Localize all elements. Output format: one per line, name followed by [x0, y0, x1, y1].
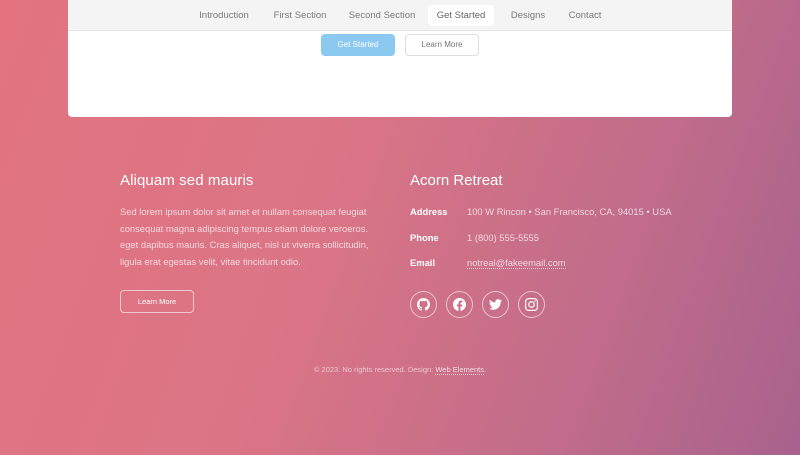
- twitter-icon: [489, 299, 502, 310]
- email-label: Email: [410, 257, 436, 268]
- instagram-icon: [525, 298, 538, 311]
- footer-right-heading: Acorn Retreat: [410, 172, 503, 189]
- github-button[interactable]: [410, 291, 437, 318]
- learn-more-button[interactable]: Learn More: [405, 34, 479, 56]
- top-nav: Introduction First Section Second Sectio…: [68, 0, 732, 31]
- phone-value: 1 (800) 555-5555: [467, 232, 539, 243]
- nav-item-contact[interactable]: Contact: [562, 5, 608, 26]
- nav-item-designs[interactable]: Designs: [504, 5, 552, 26]
- footer-left-heading: Aliquam sed mauris: [120, 172, 254, 189]
- twitter-button[interactable]: [482, 291, 509, 318]
- address-value: 100 W Rincon • San Francisco, CA, 94015 …: [467, 206, 672, 217]
- get-started-button[interactable]: Get Started: [321, 34, 395, 56]
- copyright: © 2023. No rights reserved. Design: Web …: [0, 365, 800, 375]
- phone-label: Phone: [410, 232, 439, 243]
- email-link[interactable]: notreal@fakeemail.com: [467, 257, 566, 269]
- github-icon: [417, 298, 430, 311]
- footer-left-body: Sed lorem ipsum dolor sit amet et nullam…: [120, 206, 369, 267]
- nav-item-introduction[interactable]: Introduction: [190, 5, 258, 26]
- nav-item-get-started[interactable]: Get Started: [428, 5, 494, 26]
- nav-item-second-section[interactable]: Second Section: [346, 5, 418, 26]
- instagram-button[interactable]: [518, 291, 545, 318]
- web-elements-link[interactable]: Web Elements: [435, 365, 484, 375]
- address-label: Address: [410, 206, 448, 217]
- facebook-icon: [453, 298, 466, 311]
- header-card: Introduction First Section Second Sectio…: [68, 0, 732, 117]
- facebook-button[interactable]: [446, 291, 473, 318]
- copyright-text: © 2023. No rights reserved. Design:: [313, 365, 436, 374]
- footer-learn-more-button[interactable]: Learn More: [120, 290, 194, 313]
- nav-item-first-section[interactable]: First Section: [268, 5, 332, 26]
- copyright-suffix: .: [483, 365, 487, 374]
